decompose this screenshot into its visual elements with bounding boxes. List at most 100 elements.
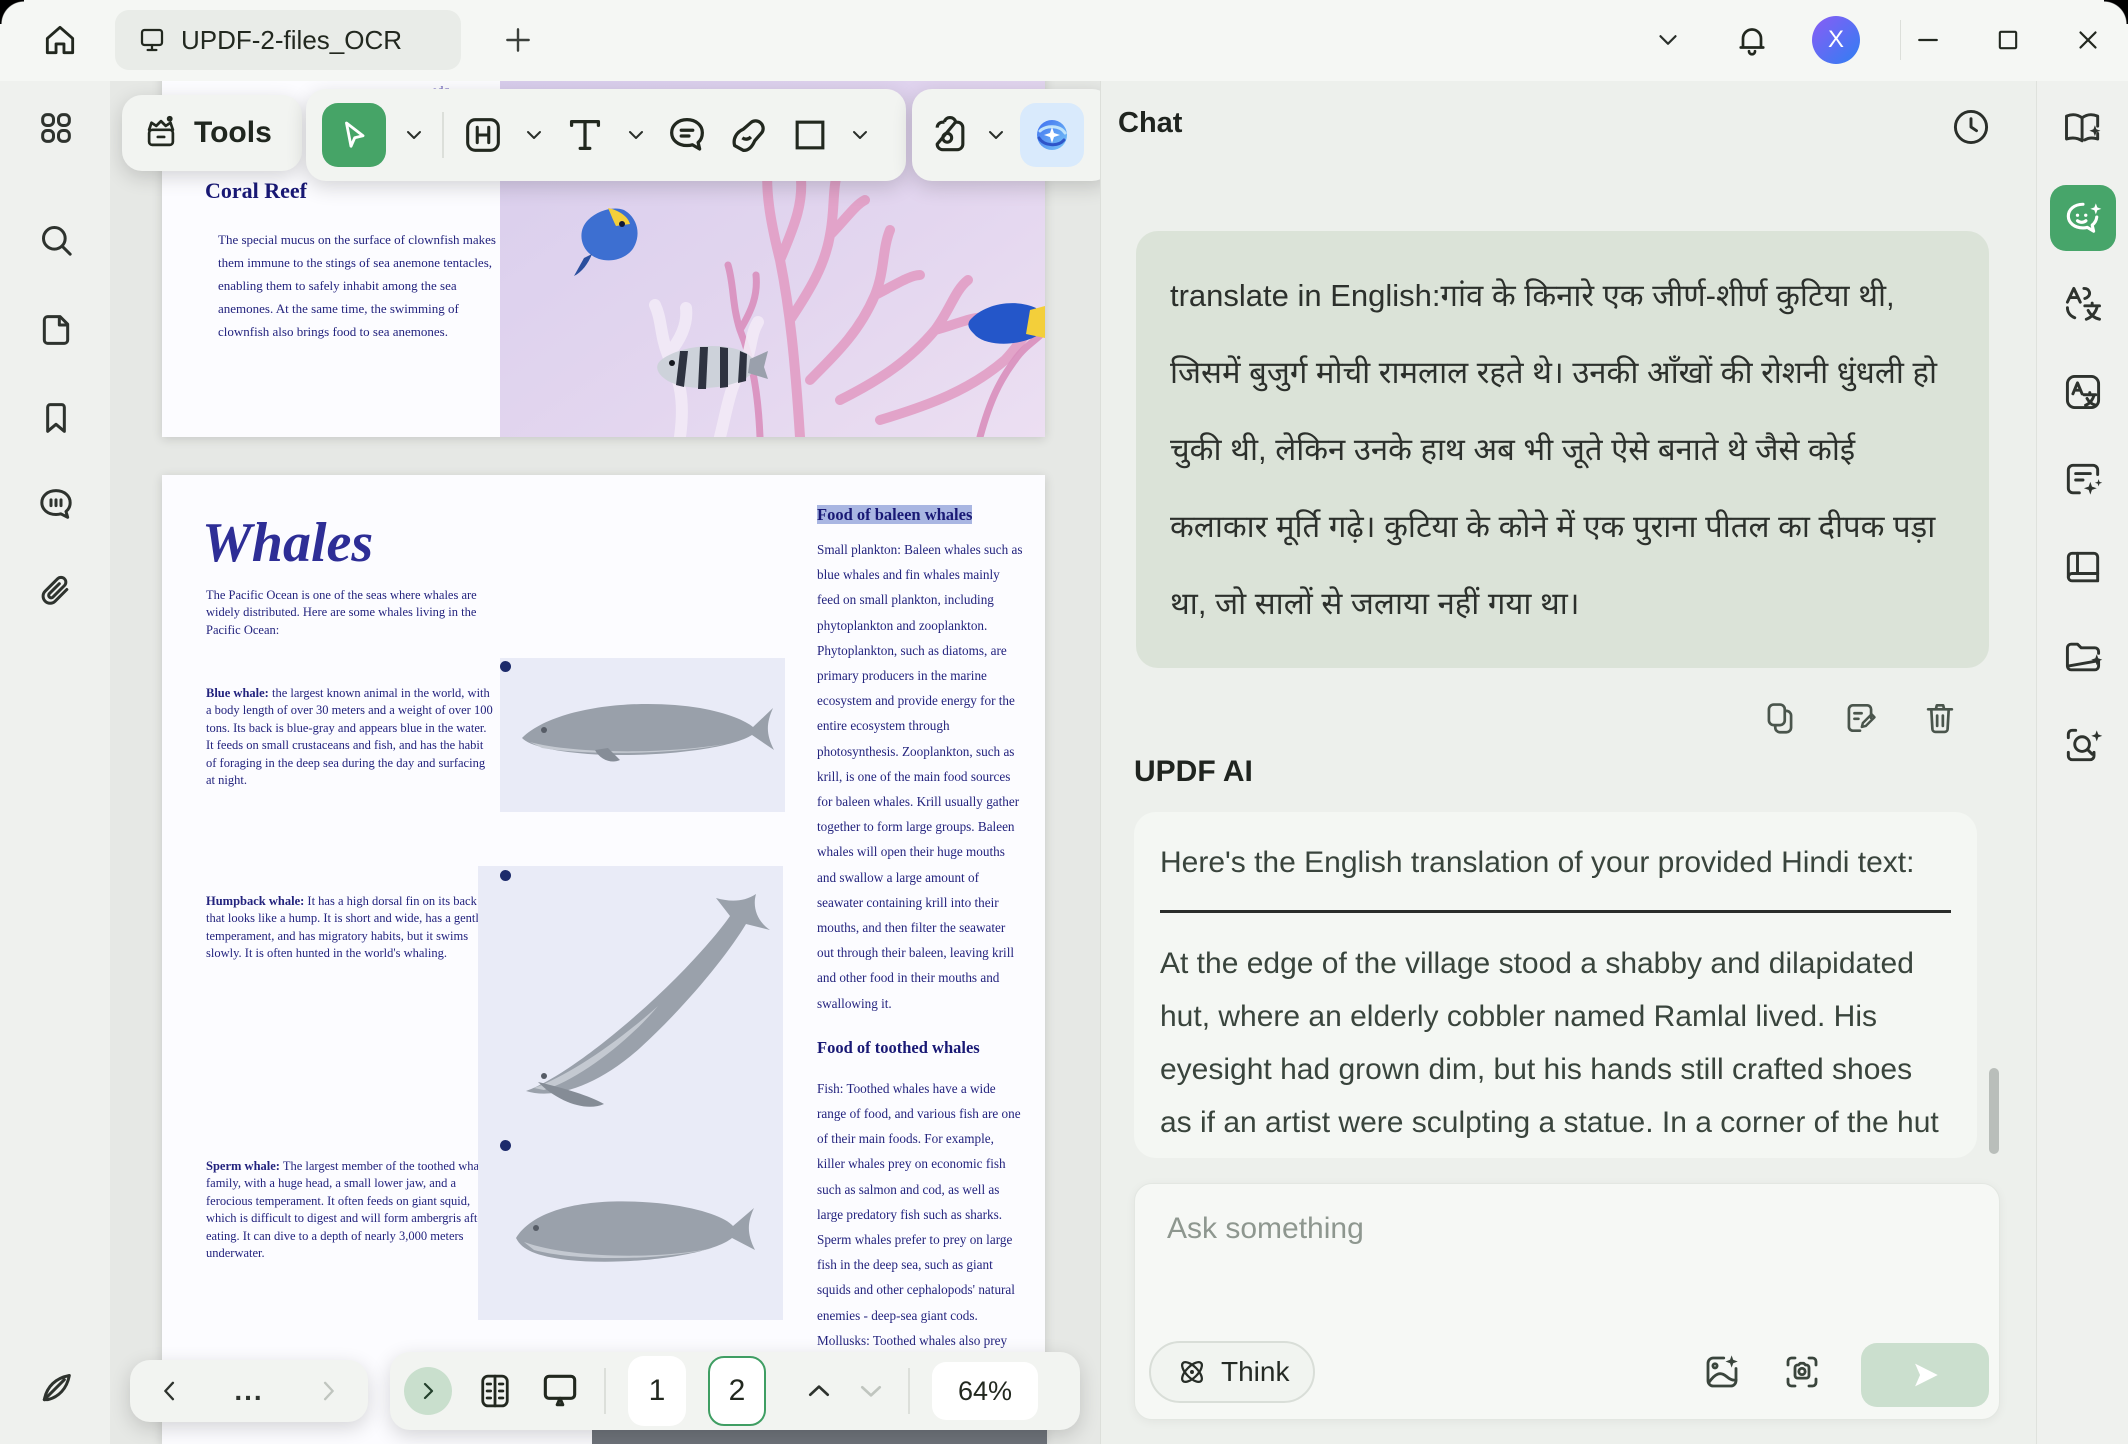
food-toothed-paragraph: Fish: Toothed whales have a wide range o…: [817, 1076, 1024, 1328]
heading-tool-chevron[interactable]: [522, 123, 546, 147]
select-tool-chevron[interactable]: [402, 123, 426, 147]
shape-tool-button[interactable]: [788, 113, 832, 157]
minimize-button[interactable]: [1906, 18, 1950, 62]
ai-summarize-button[interactable]: [2061, 458, 2105, 502]
tools-button[interactable]: [142, 114, 180, 152]
sidebar-item-search[interactable]: [35, 219, 77, 261]
new-tab-button[interactable]: [496, 18, 540, 62]
chevron-down-icon: [848, 123, 872, 147]
chevron-left-icon: [156, 1377, 184, 1405]
maximize-button[interactable]: [1986, 18, 2030, 62]
sidebar-item-annotations[interactable]: [35, 483, 77, 525]
chat-history-button[interactable]: [1945, 101, 1997, 153]
document-tab[interactable]: UPDF-2-files_OCR: [115, 10, 461, 70]
sidebar-item-thumbnails[interactable]: [35, 107, 77, 149]
chat-panel: Chat translate in English:गांव के किनारे…: [1100, 81, 2036, 1444]
humpback-whale-paragraph: Humpback whale: It has a high dorsal fin…: [206, 893, 494, 963]
annotation-dot[interactable]: [500, 870, 511, 881]
user-message-bubble[interactable]: translate in English:गांव के किनारे एक ज…: [1136, 231, 1989, 668]
notifications-button[interactable]: [1728, 14, 1776, 66]
next-page-button[interactable]: [856, 1376, 886, 1406]
translate-button[interactable]: [2061, 282, 2105, 326]
reader-mode-icon: [2061, 546, 2105, 590]
sidebar-item-attachments[interactable]: [35, 571, 77, 613]
user-avatar[interactable]: X: [1812, 16, 1860, 64]
ai-response-divider: [1160, 910, 1951, 913]
translate-page-icon: [2061, 370, 2105, 414]
collapse-toolbar-button[interactable]: [1646, 18, 1690, 62]
insert-image-button[interactable]: [1697, 1347, 1747, 1397]
chevron-down-icon: [856, 1376, 886, 1406]
think-toggle-button[interactable]: Think: [1149, 1341, 1315, 1403]
delete-message-button[interactable]: [1921, 699, 1959, 737]
ai-chat-button-active[interactable]: [2050, 185, 2116, 251]
zoom-level-button[interactable]: 64%: [932, 1362, 1038, 1420]
chevron-right-icon: [314, 1377, 342, 1405]
comment-tool-button[interactable]: [664, 112, 710, 158]
stamp-tool-chevron[interactable]: [984, 123, 1008, 147]
text-icon: [562, 112, 608, 158]
sidebar-item-pages[interactable]: [35, 309, 77, 351]
translate-page-button[interactable]: [2061, 370, 2105, 414]
ai-assistant-button[interactable]: [1020, 103, 1084, 167]
heading-tool-button[interactable]: [460, 112, 506, 158]
ai-sidebar: [2036, 81, 2128, 1444]
controls-divider: [604, 1368, 606, 1414]
text-tool-button[interactable]: [562, 112, 608, 158]
stamp-tool-button[interactable]: [928, 113, 972, 157]
annotation-dot[interactable]: [500, 661, 511, 672]
expand-panel-button[interactable]: [404, 1367, 452, 1415]
humpback-whale-label: Humpback whale:: [206, 894, 304, 908]
chat-scrollbar[interactable]: [1989, 1068, 1999, 1154]
ask-input[interactable]: [1141, 1190, 1981, 1310]
page-number-2-active[interactable]: 2: [708, 1356, 766, 1426]
history-back-button[interactable]: [156, 1377, 184, 1405]
sidebar-item-bookmarks[interactable]: [35, 397, 77, 439]
toolbar-divider: [442, 112, 444, 158]
home-button[interactable]: [34, 14, 86, 66]
ai-read-assistant-button[interactable]: [2061, 106, 2105, 150]
humpback-sperm-graphic: [478, 866, 783, 1320]
cursor-icon: [336, 117, 372, 153]
close-button[interactable]: [2066, 18, 2110, 62]
send-icon: [1908, 1358, 1942, 1392]
send-button[interactable]: [1861, 1343, 1989, 1407]
text-tool-chevron[interactable]: [624, 123, 648, 147]
book-sparkle-icon: [2061, 106, 2105, 150]
trash-icon: [1921, 699, 1959, 737]
blue-whale-image: [500, 658, 785, 812]
food-baleen-heading[interactable]: Food of baleen whales: [817, 505, 972, 524]
page-number-1[interactable]: 1: [628, 1356, 686, 1426]
highlighter-tool-button[interactable]: [726, 112, 772, 158]
ai-response-author: UPDF AI: [1134, 755, 1253, 789]
ai-search-button[interactable]: [2061, 723, 2105, 767]
ai-search-icon: [2061, 723, 2105, 767]
ai-files-button[interactable]: [2061, 635, 2105, 679]
more-pages-button[interactable]: ...: [234, 1375, 263, 1407]
chevron-down-icon: [1653, 25, 1683, 55]
coral-reef-heading: Coral Reef: [205, 178, 307, 204]
previous-page-button[interactable]: [804, 1376, 834, 1406]
history-forward-button[interactable]: [314, 1377, 342, 1405]
reader-mode-button[interactable]: [2061, 546, 2105, 590]
two-page-view-button[interactable]: [474, 1370, 516, 1412]
copy-message-button[interactable]: [1761, 699, 1799, 737]
main-toolbar: [306, 89, 906, 181]
food-mollusks-paragraph: Mollusks: Toothed whales also prey: [817, 1328, 1024, 1353]
h-tag-icon: [460, 112, 506, 158]
ai-response-card[interactable]: Here's the English translation of your p…: [1134, 812, 1977, 1158]
food-toothed-heading: Food of toothed whales: [817, 1038, 1024, 1058]
humpback-sperm-whale-image: [478, 866, 783, 1320]
select-tool-button[interactable]: [322, 103, 386, 167]
presentation-mode-button[interactable]: [538, 1369, 582, 1413]
translate-icon: [2061, 282, 2105, 326]
stamp-icon: [928, 113, 972, 157]
screenshot-button[interactable]: [1777, 1347, 1827, 1397]
shape-tool-chevron[interactable]: [848, 123, 872, 147]
chat-input-card: Think: [1134, 1183, 2000, 1420]
edit-icon: [1841, 699, 1879, 737]
edit-message-button[interactable]: [1841, 699, 1879, 737]
presentation-icon: [538, 1369, 582, 1413]
sidebar-item-signature[interactable]: [35, 1367, 77, 1409]
annotation-dot[interactable]: [500, 1140, 511, 1151]
